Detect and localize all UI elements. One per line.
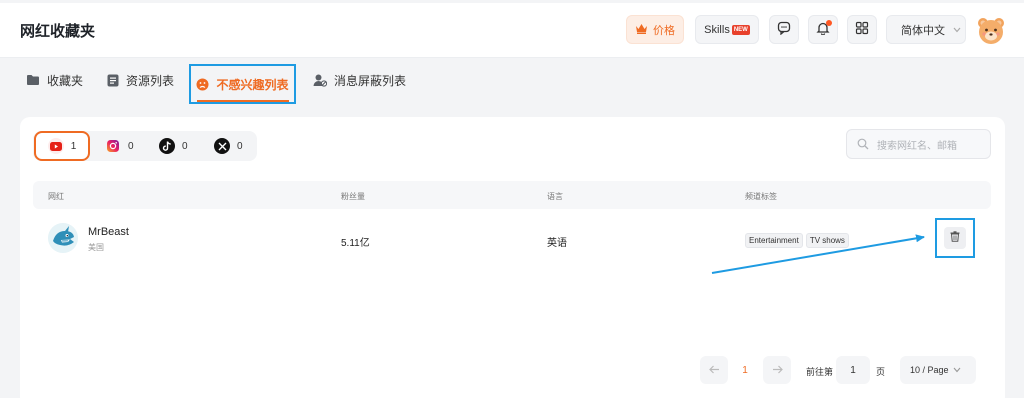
tab-favorites[interactable]: 收藏夹 [26,58,83,102]
chat-icon [777,21,791,38]
search-placeholder: 搜索网红名、邮箱 [877,140,957,152]
platform-youtube[interactable]: 1 [34,131,90,161]
user-block-icon [313,74,327,87]
page-size-label: 10 / Page [910,365,949,375]
channel-tags: Entertainment TV shows [745,233,849,248]
folder-icon [26,74,40,86]
influencer-country: 美国 [88,243,104,252]
arrow-right-icon [772,363,783,377]
tab-label: 收藏夹 [47,73,84,88]
platform-instagram[interactable]: 0 [105,131,134,161]
column-header-followers: 粉丝量 [341,192,365,201]
tab-bar: 收藏夹 资源列表 不感兴趣列表 消息屏蔽列表 [0,58,1024,104]
arrow-left-icon [708,363,720,377]
tab-message-block[interactable]: 消息屏蔽列表 [313,58,406,102]
table-header: 网红 粉丝量 语言 频道标签 [33,181,991,209]
instagram-icon [105,138,121,154]
page-size-select[interactable]: 10 / Page [900,356,976,384]
platform-filter: 1 0 0 0 [33,131,257,161]
column-header-influencer: 网红 [48,192,64,201]
prev-page-button[interactable] [700,356,728,384]
search-icon [857,138,869,150]
youtube-icon [47,138,64,154]
trash-icon [950,229,960,247]
platform-count: 0 [237,140,243,152]
chat-button[interactable] [769,15,799,44]
influencer-avatar[interactable] [48,223,78,253]
notification-dot [826,20,832,26]
platform-count: 0 [128,140,134,152]
tab-resources[interactable]: 资源列表 [107,58,174,102]
language-select[interactable]: 简体中文 [886,15,966,44]
delete-highlight-box [935,218,975,258]
top-divider [0,0,1024,3]
price-label: 价格 [653,24,675,37]
new-badge: NEW [731,24,750,35]
page-title: 网红收藏夹 [20,23,96,40]
platform-x[interactable]: 0 [214,131,243,161]
tab-not-interested[interactable]: 不感兴趣列表 [189,64,296,104]
goto-label: 前往第 [806,367,834,377]
goto-suffix: 页 [876,367,886,377]
delete-button[interactable] [944,227,966,249]
price-button[interactable]: 价格 [626,15,684,44]
notification-button[interactable] [808,15,838,44]
grid-icon [855,21,869,38]
language-label: 简体中文 [901,24,945,37]
platform-count: 1 [70,140,77,152]
skills-label: Skills [704,23,730,36]
column-header-tags: 频道标签 [745,192,777,201]
x-icon [214,138,230,154]
top-bar: 网红收藏夹 价格 Skills NEW 简体中文 [0,0,1024,58]
column-header-language: 语言 [547,192,563,201]
influencer-name[interactable]: MrBeast [88,226,129,238]
goto-page-input[interactable]: 1 [836,356,870,384]
list-icon [107,74,119,87]
next-page-button[interactable] [763,356,791,384]
platform-count: 0 [182,140,188,152]
tab-label: 不感兴趣列表 [216,77,289,92]
frown-icon [196,78,209,91]
influencer-language: 英语 [547,238,567,249]
platform-tiktok[interactable]: 0 [159,131,188,161]
chevron-down-icon [953,24,961,36]
search-input[interactable]: 搜索网红名、邮箱 [846,129,991,159]
tab-label: 消息屏蔽列表 [334,73,407,88]
user-avatar[interactable] [976,15,1006,45]
pagination: 1 前往第 1 页 10 / Page [0,356,1024,384]
crown-icon [635,23,648,37]
table-row: MrBeast 美国 5.11亿 英语 Entertainment TV sho… [33,210,991,270]
follower-count: 5.11亿 [341,238,370,249]
chevron-down-icon [953,365,961,375]
active-tab-underline [197,100,289,102]
page-number[interactable]: 1 [733,356,757,384]
tab-label: 资源列表 [126,73,175,88]
channel-tag: TV shows [805,233,849,248]
skills-button[interactable]: Skills NEW [695,15,759,44]
channel-tag: Entertainment [745,233,803,248]
tiktok-icon [159,138,175,154]
apps-button[interactable] [847,15,877,44]
